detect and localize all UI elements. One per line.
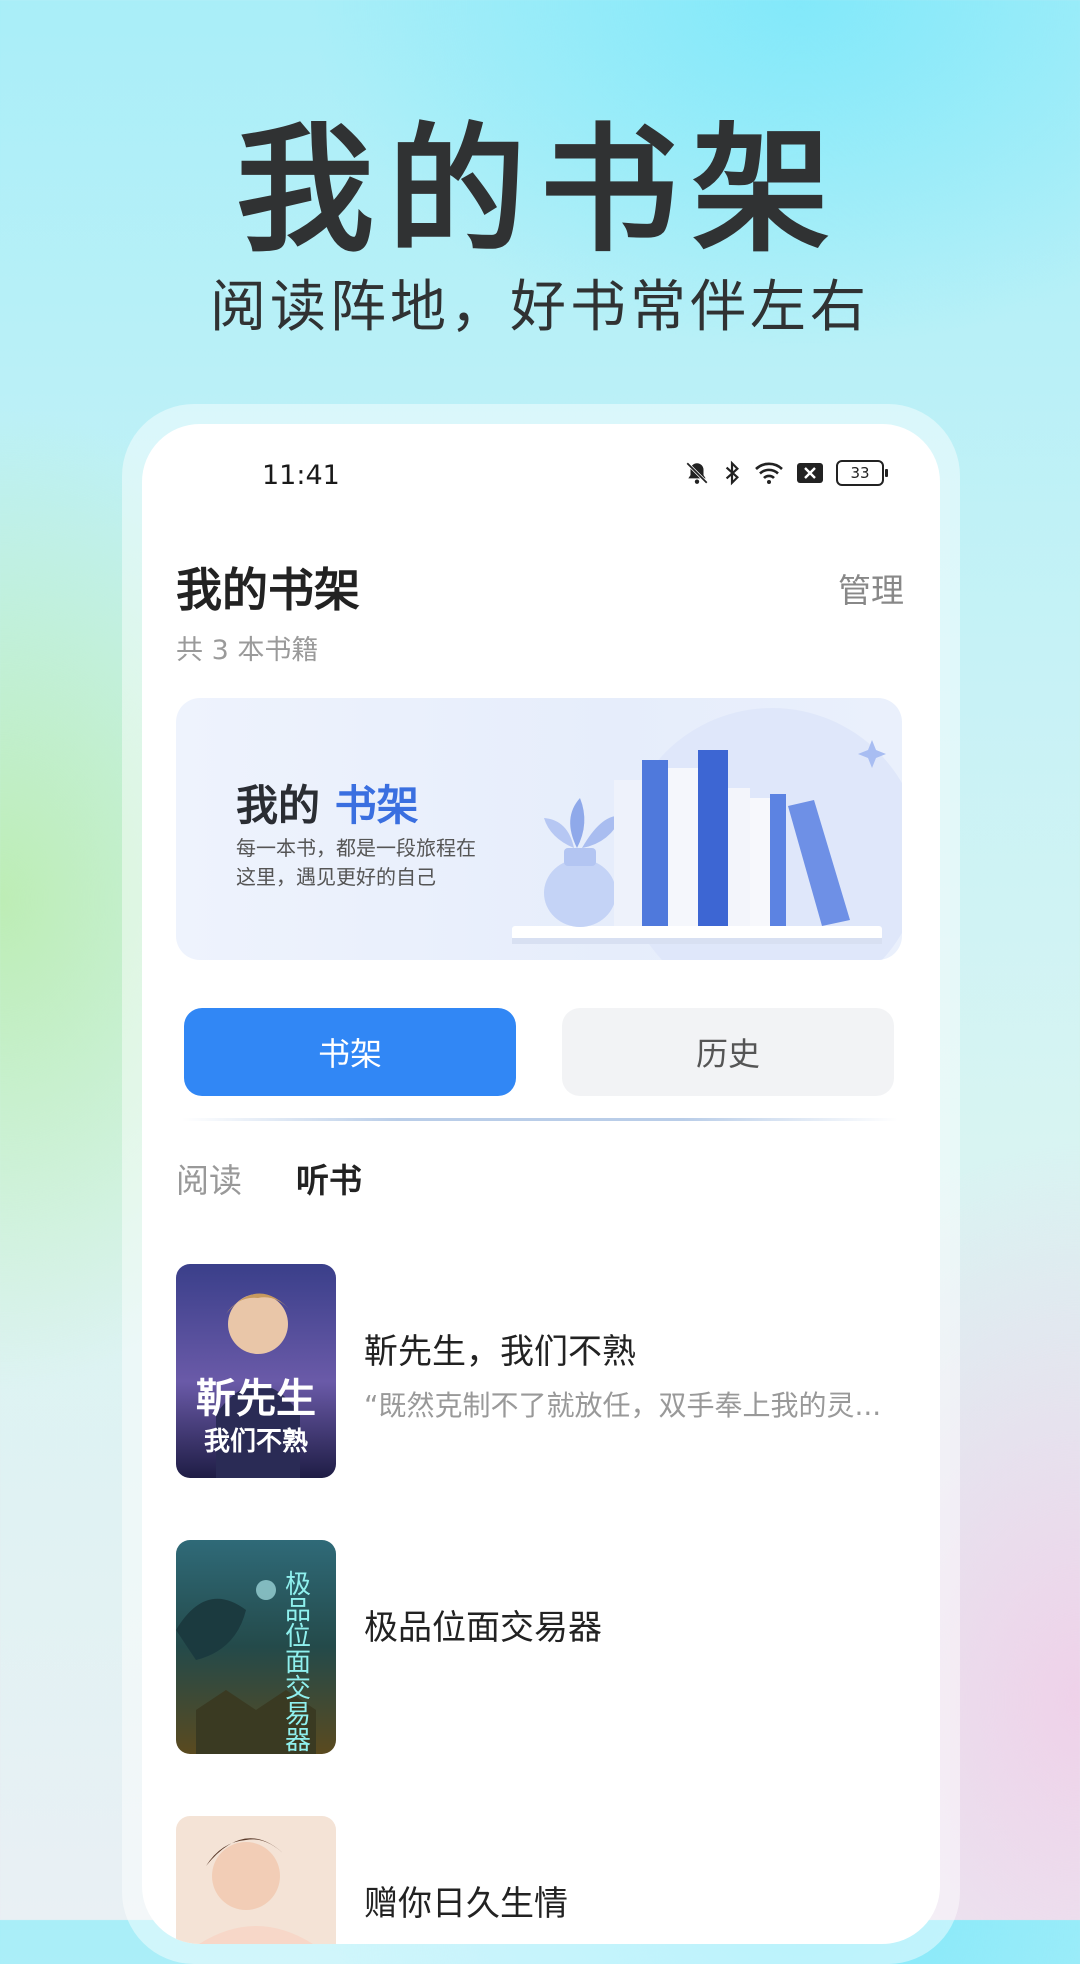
promo-title: 我的书架 [235, 110, 844, 271]
book-cover [176, 1816, 336, 1944]
page-title: 我的书架 [176, 563, 360, 617]
book-title: 靳先生，我们不熟 [364, 1332, 636, 1372]
book-title: 赠你日久生情 [364, 1884, 568, 1924]
subtab-listen[interactable]: 听书 [296, 1154, 362, 1202]
manage-button[interactable]: 管理 [838, 564, 904, 612]
book-item[interactable]: 极品位面交易器 极品位面交易器 [176, 1540, 906, 1754]
book-item[interactable]: 靳先生 我们不熟 靳先生，我们不熟 “既然克制不了就放任，双手奉上我的灵... [176, 1264, 906, 1478]
status-time: 11:41 [262, 460, 340, 491]
tab-history[interactable]: 历史 [562, 1008, 894, 1096]
cover-title-2: 我们不熟 [204, 1426, 308, 1456]
phone-screen: 11:41 33 我的书架 管理 共 3 本书籍 我的 书架 每一本书，都是一段… [142, 424, 940, 1944]
banner-title-part1: 我的 [236, 781, 321, 830]
tab-divider [182, 1118, 898, 1121]
promo-subtitle: 阅读阵地，好书常伴左右 [210, 275, 870, 340]
book-item[interactable]: 赠你日久生情 [176, 1816, 906, 1944]
book-cover: 极品位面交易器 [176, 1540, 336, 1754]
subtab-read[interactable]: 阅读 [176, 1154, 242, 1202]
mute-bell-icon [684, 460, 710, 486]
sim-off-icon [796, 462, 824, 484]
status-icons: 33 [684, 460, 888, 486]
banner-desc-line2: 这里，遇见更好的自己 [236, 865, 436, 889]
battery-icon: 33 [836, 460, 888, 486]
book-count: 共 3 本书籍 [176, 635, 319, 666]
banner-desc-line1: 每一本书，都是一段旅程在 [236, 836, 476, 860]
shelf-banner: 我的 书架 每一本书，都是一段旅程在 这里，遇见更好的自己 [176, 698, 902, 960]
banner-title: 我的 书架 [236, 772, 419, 833]
cover-title-1: 靳先生 [196, 1376, 316, 1421]
book-cover: 靳先生 我们不熟 [176, 1264, 336, 1478]
bookshelf-illustration [512, 708, 902, 960]
banner-description: 每一本书，都是一段旅程在 这里，遇见更好的自己 [236, 834, 476, 892]
book-title: 极品位面交易器 [364, 1608, 602, 1648]
tab-shelf[interactable]: 书架 [184, 1008, 516, 1096]
cover-title: 极品位面交易器 [282, 1570, 311, 1752]
bluetooth-icon [722, 460, 742, 486]
book-description: “既然克制不了就放任，双手奉上我的灵... [364, 1389, 882, 1422]
banner-title-accent: 书架 [334, 781, 419, 830]
wifi-icon [754, 460, 784, 486]
